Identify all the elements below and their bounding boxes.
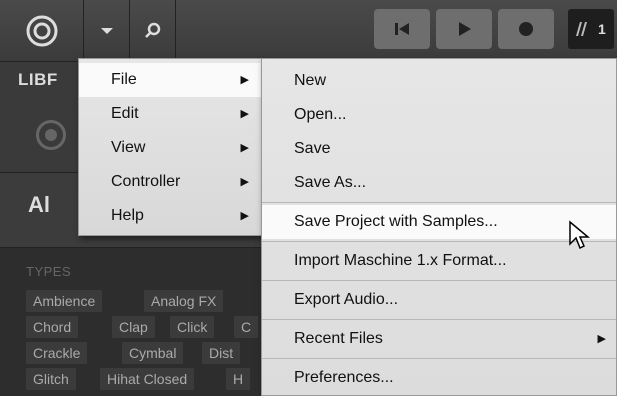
menu-item-save[interactable]: Save xyxy=(262,132,616,166)
submenu-arrow-icon: ▶ xyxy=(240,74,249,86)
ni-logo-icon xyxy=(576,22,587,36)
maschine-logo-button[interactable] xyxy=(0,0,84,62)
submenu-arrow-icon: ▶ xyxy=(240,176,249,188)
menu-item-help[interactable]: Help ▶ xyxy=(79,199,261,233)
menu-item-new[interactable]: New xyxy=(262,64,616,98)
record-button[interactable] xyxy=(498,9,554,49)
library-title: LIBF xyxy=(18,70,58,89)
main-menu-button[interactable] xyxy=(84,0,130,62)
menu-separator xyxy=(262,241,616,242)
menu-separator xyxy=(262,358,616,359)
menu-item-label: View xyxy=(111,139,146,156)
menu-item-controller[interactable]: Controller ▶ xyxy=(79,165,261,199)
play-button[interactable] xyxy=(436,9,492,49)
menu-item-label: Recent Files xyxy=(294,330,383,347)
library-target-icon[interactable] xyxy=(36,120,66,150)
all-label: Al xyxy=(28,192,50,217)
tag-click[interactable]: Click xyxy=(170,316,215,338)
menu-item-view[interactable]: View ▶ xyxy=(79,131,261,165)
search-button[interactable] xyxy=(130,0,176,62)
tag-crackle[interactable]: Crackle xyxy=(26,342,88,364)
tag-c[interactable]: C xyxy=(234,316,259,338)
menu-item-open[interactable]: Open... xyxy=(262,98,616,132)
file-submenu: New Open... Save Save As... Save Project… xyxy=(261,58,617,396)
main-menu: File ▶ Edit ▶ View ▶ Controller ▶ Help ▶ xyxy=(78,58,262,236)
menu-item-recent-files[interactable]: Recent Files ▶ xyxy=(262,322,616,356)
menu-separator xyxy=(262,319,616,320)
menu-separator xyxy=(262,280,616,281)
submenu-arrow-icon: ▶ xyxy=(240,108,249,120)
menu-item-import-maschine[interactable]: Import Maschine 1.x Format... xyxy=(262,244,616,278)
maschine-logo-icon xyxy=(26,15,57,47)
menu-item-export-audio[interactable]: Export Audio... xyxy=(262,283,616,317)
tag-cymbal[interactable]: Cymbal xyxy=(122,342,184,364)
menu-item-label: Controller xyxy=(111,173,181,190)
skip-back-icon xyxy=(395,23,409,35)
tag-h[interactable]: H xyxy=(226,368,251,390)
menu-item-label: File xyxy=(111,71,137,88)
types-label: TYPES xyxy=(26,264,72,279)
play-icon xyxy=(459,22,471,36)
menu-item-label: Help xyxy=(111,207,144,224)
dropdown-arrow-icon xyxy=(100,28,113,34)
search-icon xyxy=(144,22,160,38)
tag-ambience[interactable]: Ambience xyxy=(26,290,103,312)
menu-separator xyxy=(262,202,616,203)
menu-item-file[interactable]: File ▶ xyxy=(79,63,261,97)
submenu-arrow-icon: ▶ xyxy=(597,333,606,345)
record-icon xyxy=(519,22,533,36)
skip-back-button[interactable] xyxy=(374,9,430,49)
menu-item-save-project-with-samples[interactable]: Save Project with Samples... xyxy=(262,205,616,239)
tag-analog-fx[interactable]: Analog FX xyxy=(144,290,224,312)
tag-dist[interactable]: Dist xyxy=(202,342,241,364)
tag-hihat-closed[interactable]: Hihat Closed xyxy=(100,368,195,390)
tag-glitch[interactable]: Glitch xyxy=(26,368,76,390)
ni-display: 1 xyxy=(568,9,614,49)
counter-value: 1 xyxy=(598,21,606,37)
tag-clap[interactable]: Clap xyxy=(112,316,155,338)
menu-item-label: Edit xyxy=(111,105,139,122)
mouse-cursor-icon xyxy=(569,220,591,250)
tag-chord[interactable]: Chord xyxy=(26,316,79,338)
submenu-arrow-icon: ▶ xyxy=(240,210,249,222)
menu-item-save-as[interactable]: Save As... xyxy=(262,166,616,200)
menu-item-preferences[interactable]: Preferences... xyxy=(262,361,616,395)
submenu-arrow-icon: ▶ xyxy=(240,142,249,154)
menu-item-edit[interactable]: Edit ▶ xyxy=(79,97,261,131)
